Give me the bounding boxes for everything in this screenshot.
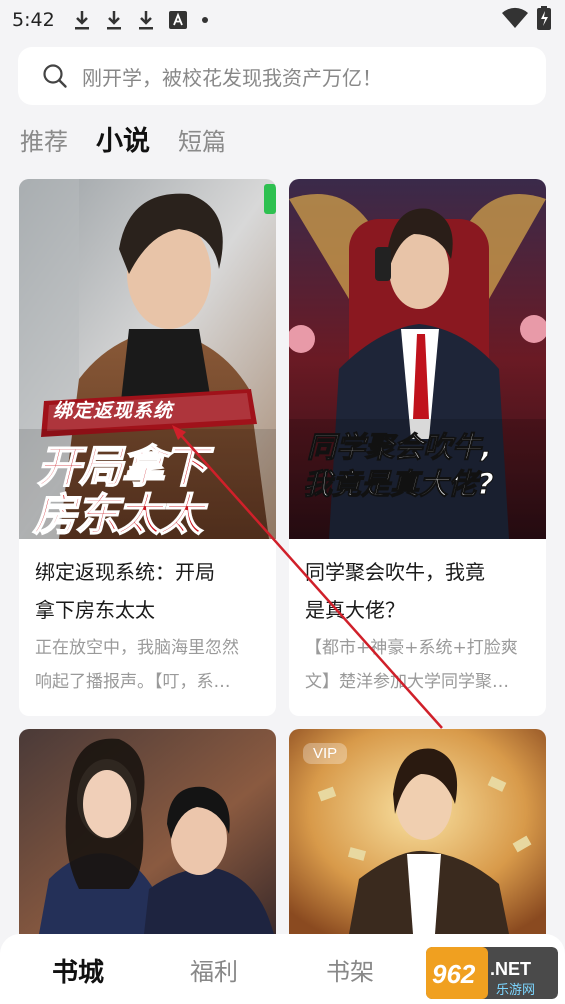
status-bar: 5:42 (0, 0, 565, 40)
tab-short[interactable]: 短篇 (178, 122, 226, 162)
book-title: 同学聚会吹牛，我竟 (305, 560, 485, 584)
status-time: 5:42 (12, 9, 55, 31)
tab-novel[interactable]: 小说 (96, 122, 150, 162)
cover-badge-text: 绑定返现系统 (53, 400, 174, 422)
font-icon (168, 11, 187, 29)
cover-title-line: 房东太太 (32, 489, 204, 542)
book-card[interactable]: 绑定返现系统 开局拿下 房东太太 绑定返现系统：开局 拿下房东太太 正在放空中，… (19, 179, 276, 716)
book-title: 绑定返现系统：开局 (35, 560, 215, 584)
watermark-text: 962 (432, 959, 476, 989)
book-cover (19, 729, 276, 934)
battery-charging-icon (537, 6, 551, 34)
nav-bookshelf[interactable]: 书架 (326, 952, 374, 987)
book-card[interactable]: VIP (289, 729, 546, 934)
site-watermark: 962 .NET 乐游网 (426, 947, 558, 999)
status-notification-icons (73, 9, 209, 31)
book-description: 正在放空中，我脑海里忽然 (35, 638, 239, 658)
book-description: 文】楚洋参加大学同学聚… (305, 672, 509, 692)
tab-recommend[interactable]: 推荐 (20, 122, 68, 162)
download-icon (137, 9, 155, 31)
download-icon (105, 9, 123, 31)
book-card[interactable]: 同学聚会吹牛, 我竟是真大佬? 同学聚会吹牛，我竟 是真大佬？ 【都市+神豪+系… (289, 179, 546, 716)
book-cover: 同学聚会吹牛, 我竟是真大佬? (289, 179, 546, 539)
search-placeholder: 刚开学，被校花发现我资产万亿！ (82, 65, 382, 90)
book-description: 响起了播报声。【叮，系… (35, 672, 231, 692)
wifi-icon (501, 7, 529, 33)
nav-bookstore[interactable]: 书城 (52, 952, 104, 989)
search-icon (42, 63, 68, 89)
svg-text:乐游网: 乐游网 (496, 983, 535, 998)
book-cover: VIP (289, 729, 546, 934)
cover-title-line: 同学聚会吹牛, (306, 430, 493, 465)
search-bar[interactable]: 刚开学，被校花发现我资产万亿！ (18, 47, 546, 105)
nav-benefits[interactable]: 福利 (190, 952, 238, 987)
svg-text:.NET: .NET (490, 959, 531, 979)
book-title: 是真大佬？ (305, 598, 405, 622)
category-tabs: 推荐 小说 短篇 (20, 122, 226, 162)
book-description: 【都市+神豪+系统+打脸爽 (305, 638, 518, 658)
cover-title-line: 我竟是真大佬? (303, 467, 495, 502)
download-icon (73, 9, 91, 31)
book-title: 拿下房东太太 (35, 598, 155, 622)
dot-icon (201, 16, 209, 24)
vip-badge: VIP (303, 743, 348, 764)
book-cover: 绑定返现系统 开局拿下 房东太太 (19, 179, 276, 542)
watermark-logo-icon: 962 .NET 乐游网 (426, 947, 558, 999)
book-card[interactable] (19, 729, 276, 934)
